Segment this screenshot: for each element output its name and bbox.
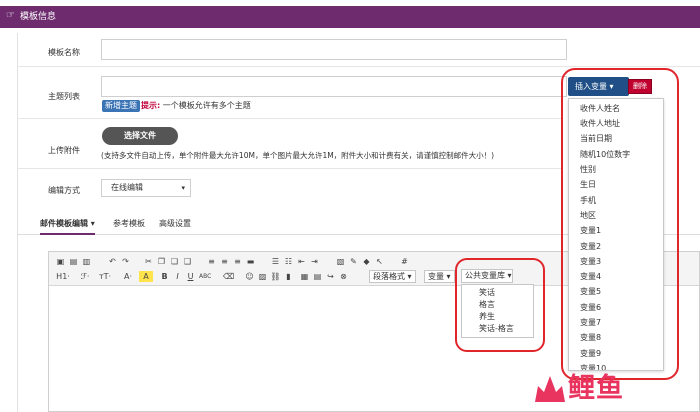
page-header: ☞ 模板信息 [0,0,700,33]
fire-logo-icon [535,376,565,402]
divider [17,168,562,169]
divider [17,118,562,119]
unlink-icon[interactable]: ↪ [325,271,336,282]
hint-text: 一个模板允许有多个主题 [162,101,251,110]
template-icon[interactable]: ▥ [81,256,92,267]
flash-icon[interactable]: ◆ [361,256,372,267]
highlight-oval [455,258,545,352]
edit-mode-label: 编辑方式 [48,186,80,195]
tab-advanced-settings[interactable]: 高级设置 [159,213,191,235]
link-icon[interactable]: ⛓ [270,271,281,282]
align-justify-icon[interactable]: ▬ [245,256,256,267]
anchor-icon[interactable]: ⊗ [338,271,349,282]
ordered-list-icon[interactable]: ☰ [270,256,281,267]
align-left-icon[interactable]: ≡ [206,256,217,267]
logo: 鲤鱼 [528,368,698,412]
insert-row-icon[interactable]: ▤ [312,271,323,282]
font-color-icon[interactable]: A· [121,271,135,282]
hint-prefix: 提示: [141,101,161,110]
attachment-icon[interactable]: ▮ [283,271,294,282]
font-size-icon[interactable]: тT· [97,271,113,282]
topics-hint: 提示: 一个模板允许有多个主题 [141,100,251,111]
paste-icon[interactable]: ❏ [169,256,180,267]
highlight-oval [561,68,679,380]
bold-icon[interactable]: B [159,271,170,282]
copy-icon[interactable]: ❐ [156,256,167,267]
topic-input[interactable] [101,76,567,97]
eraser-icon[interactable]: ⌫ [223,271,234,282]
align-right-icon[interactable]: ≡ [232,256,243,267]
grid-icon[interactable]: # [399,256,410,267]
chevron-down-icon: ▾ [181,184,185,192]
variable-dropdown[interactable]: 变量 ▾ [424,270,455,283]
cut-icon[interactable]: ✂ [143,256,154,267]
page-title: 模板信息 [20,12,57,22]
undo-icon[interactable]: ↶ [107,256,118,267]
image-icon[interactable]: ▧ [335,256,346,267]
cursor-icon[interactable]: ↖ [374,256,385,267]
picture-icon[interactable]: ▨ [257,271,268,282]
align-center-icon[interactable]: ≡ [219,256,230,267]
outdent-icon[interactable]: ⇤ [296,256,307,267]
choose-file-button[interactable]: 选择文件 [102,127,178,145]
source-icon[interactable]: ▣ [55,256,66,267]
tab-template-edit[interactable]: 邮件模板编辑 ▾ [40,213,95,235]
table-icon[interactable]: ▦ [299,271,310,282]
italic-icon[interactable]: I [172,271,183,282]
variable-dropdown-label: 变量 [428,272,444,281]
edit-mode-select[interactable]: 在线编辑 ▾ [101,179,191,197]
template-name-label: 模板名称 [48,48,80,57]
font-family-icon[interactable]: ℱ· [77,271,93,282]
preview-icon[interactable]: ▤ [68,256,79,267]
strikethrough-icon[interactable]: ABC [199,271,211,282]
topics-label: 主题列表 [48,92,80,101]
highlight-color-icon[interactable]: A [139,271,153,282]
template-name-input[interactable] [101,39,567,60]
tab-reference-templates[interactable]: 参考模板 [113,213,145,235]
new-topic-button[interactable]: 新增主题 [102,100,140,112]
logo-text: 鲤鱼 [568,373,624,404]
attachment-note: (支持多文件自动上传，单个附件最大允许10M，单个图片最大允许1M，附件大小和计… [101,151,495,160]
underline-icon[interactable]: U [185,271,196,282]
paragraph-format-label: 段落格式 [373,272,405,281]
attachment-label: 上传附件 [48,146,80,155]
divider [17,66,700,67]
emoticon-icon[interactable]: ☺ [244,271,255,282]
heading-icon[interactable]: H1· [54,271,72,282]
edit-mode-value: 在线编辑 [111,183,143,192]
hand-pointer-icon: ☞ [6,10,15,21]
unordered-list-icon[interactable]: ☷ [283,256,294,267]
paste-text-icon[interactable]: ❑ [182,256,193,267]
header-bar: ☞ 模板信息 [0,6,700,28]
brush-icon[interactable]: ✎ [348,256,359,267]
paragraph-format-dropdown[interactable]: 段落格式 ▾ [369,270,416,283]
indent-icon[interactable]: ⇥ [309,256,320,267]
redo-icon[interactable]: ↷ [120,256,131,267]
